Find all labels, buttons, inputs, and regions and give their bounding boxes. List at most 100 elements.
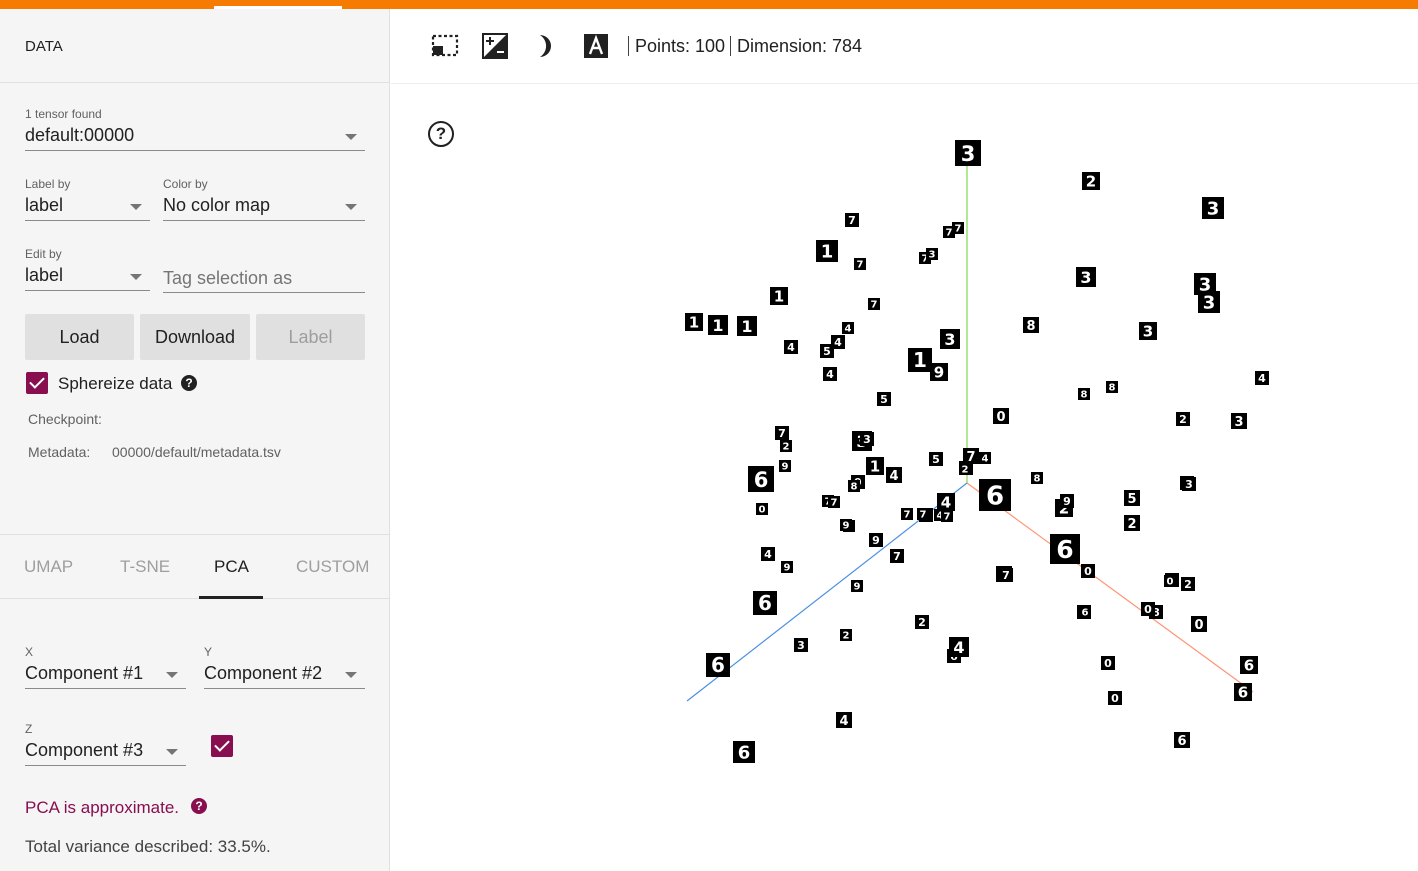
digit-point[interactable]: 9 <box>779 460 791 473</box>
digit-point[interactable]: 1 <box>908 348 932 372</box>
select-rectangle-icon[interactable] <box>431 32 459 60</box>
label-button[interactable]: Label <box>256 314 365 360</box>
digit-point[interactable]: 3 <box>1202 197 1224 220</box>
digit-point[interactable]: 5 <box>1124 490 1140 507</box>
digit-point[interactable]: 5 <box>877 392 891 406</box>
digit-point[interactable]: 9 <box>930 363 948 381</box>
digit-point[interactable]: 2 <box>915 615 929 629</box>
digit-point[interactable]: 2 <box>959 463 971 476</box>
digit-point[interactable]: 9 <box>840 519 852 532</box>
digit-point[interactable]: 0 <box>1141 602 1155 616</box>
digit-point[interactable]: 1 <box>685 313 703 331</box>
digit-point[interactable]: 4 <box>761 547 775 561</box>
digit-point[interactable]: 6 <box>1174 732 1190 749</box>
digit-point[interactable]: 6 <box>1079 606 1091 619</box>
digit-point[interactable]: 9 <box>781 561 793 574</box>
digit-point[interactable]: 4 <box>949 637 969 657</box>
digit-point[interactable]: 1 <box>816 240 838 263</box>
digit-point[interactable]: 6 <box>753 591 777 615</box>
digit-point[interactable]: 7 <box>775 426 789 440</box>
tab-tsne[interactable]: T-SNE <box>120 557 170 577</box>
digit-point[interactable]: 7 <box>999 568 1013 582</box>
digit-point[interactable]: 4 <box>1255 371 1269 385</box>
contrast-icon[interactable] <box>481 32 509 60</box>
digit-point[interactable]: 1 <box>737 316 757 336</box>
projection-plot[interactable]: 3237771773331783111454431943548802372933… <box>391 84 1418 871</box>
digit-point[interactable]: 7 <box>845 213 859 227</box>
label-by-select[interactable]: label <box>25 193 150 221</box>
digit-point[interactable]: 3 <box>940 329 960 349</box>
download-button[interactable]: Download <box>140 314 250 360</box>
pca-z-checkbox[interactable] <box>211 735 233 757</box>
digit-point[interactable]: 2 <box>1181 577 1195 591</box>
digit-point[interactable]: 6 <box>1050 534 1080 564</box>
digit-point[interactable]: 3 <box>794 638 808 652</box>
digit-point[interactable]: 6 <box>733 741 755 764</box>
digit-point[interactable]: 7 <box>917 508 929 521</box>
tab-umap[interactable]: UMAP <box>24 557 73 577</box>
help-icon[interactable]: ? <box>181 375 197 391</box>
digit-point[interactable]: 3 <box>1182 477 1196 491</box>
pca-y-select[interactable]: Component #2 <box>204 661 365 689</box>
digit-point[interactable]: 2 <box>780 440 792 453</box>
digit-point[interactable]: 4 <box>979 452 991 465</box>
digit-point[interactable]: 7 <box>952 222 964 235</box>
digit-point[interactable]: 0 <box>993 408 1009 425</box>
digit-point[interactable]: 0 <box>1191 616 1207 633</box>
digit-point[interactable]: 5 <box>929 452 943 466</box>
digit-point[interactable]: 0 <box>1081 564 1095 578</box>
digit-point[interactable]: 8 <box>1078 388 1090 401</box>
pca-z-select[interactable]: Component #3 <box>25 738 186 766</box>
digit-point[interactable]: 4 <box>823 367 837 381</box>
digit-point[interactable]: 8 <box>1023 317 1039 334</box>
night-mode-icon[interactable] <box>532 32 560 60</box>
tab-custom[interactable]: CUSTOM <box>296 557 369 577</box>
digit-point[interactable]: 6 <box>979 479 1011 512</box>
digit-point[interactable]: 4 <box>937 493 955 511</box>
digit-point[interactable]: 4 <box>831 335 845 349</box>
digit-point[interactable]: 7 <box>828 496 840 509</box>
digit-point[interactable]: 4 <box>842 322 854 335</box>
tab-pca[interactable]: PCA <box>214 557 249 577</box>
digit-point[interactable]: 3 <box>860 432 874 446</box>
digit-point[interactable]: 2 <box>840 629 852 642</box>
digit-point[interactable]: 3 <box>1198 291 1220 314</box>
digit-point[interactable]: 0 <box>1108 691 1122 705</box>
tag-selection-field[interactable] <box>163 265 365 293</box>
digit-point[interactable]: 3 <box>926 248 938 261</box>
digit-point[interactable]: 2 <box>1176 412 1190 426</box>
digit-point[interactable]: 6 <box>706 653 730 677</box>
digit-point[interactable]: 1 <box>708 315 728 335</box>
digit-point[interactable]: 8 <box>1106 381 1118 394</box>
digit-point[interactable]: 3 <box>1139 322 1157 340</box>
digit-point[interactable]: 1 <box>770 287 788 305</box>
sphereize-checkbox[interactable] <box>26 372 48 394</box>
digit-point[interactable]: 7 <box>868 298 880 311</box>
digit-point[interactable]: 3 <box>1076 267 1096 287</box>
digit-point[interactable]: 2 <box>1082 172 1100 190</box>
color-by-select[interactable]: No color map <box>163 193 365 221</box>
digit-point[interactable]: 0 <box>1101 656 1115 670</box>
digit-point[interactable]: 7 <box>890 549 904 563</box>
digit-point[interactable]: 3 <box>1231 413 1247 430</box>
digit-point[interactable]: 9 <box>851 580 863 593</box>
help-icon[interactable]: ? <box>191 798 207 814</box>
load-button[interactable]: Load <box>25 314 134 360</box>
digit-point[interactable]: 7 <box>941 510 953 523</box>
tag-selection-input[interactable] <box>163 265 365 289</box>
digit-point[interactable]: 6 <box>748 466 774 492</box>
digit-point[interactable]: 8 <box>1031 472 1043 485</box>
digit-point[interactable]: 4 <box>886 467 902 484</box>
digit-point[interactable]: 4 <box>836 712 852 729</box>
digit-point[interactable]: 6 <box>1240 656 1258 674</box>
label-icon[interactable] <box>582 32 610 60</box>
digit-point[interactable]: 4 <box>784 340 798 354</box>
digit-point[interactable]: 9 <box>1060 494 1074 508</box>
projection-canvas[interactable]: ? 32377717733317831114544319435488023729… <box>391 84 1418 871</box>
digit-point[interactable]: 1 <box>866 457 884 475</box>
digit-point[interactable]: 8 <box>848 480 860 493</box>
digit-point[interactable]: 9 <box>869 533 883 547</box>
digit-point[interactable]: 2 <box>1124 515 1140 532</box>
digit-point[interactable]: 6 <box>1234 683 1252 701</box>
digit-point[interactable]: 0 <box>756 503 768 516</box>
